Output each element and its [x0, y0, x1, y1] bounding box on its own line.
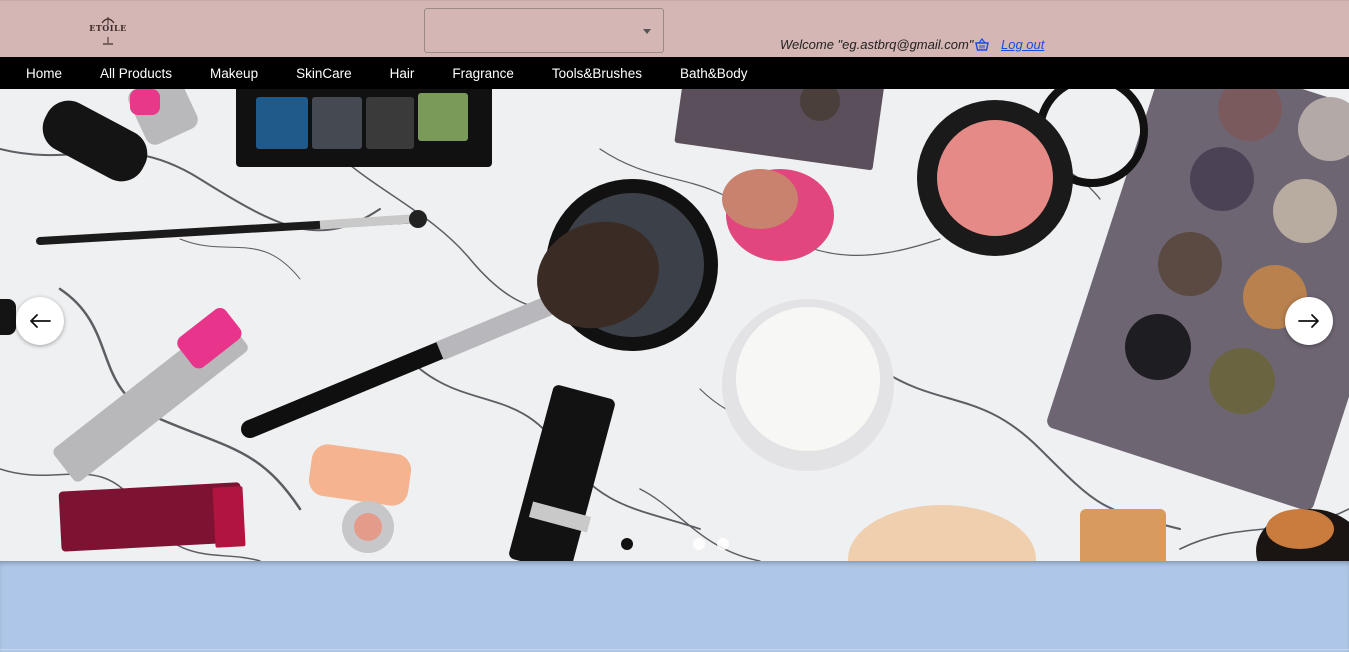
nav-item-makeup[interactable]: Makeup	[210, 66, 258, 81]
chevron-down-icon	[643, 29, 651, 34]
arrow-right-icon	[1298, 314, 1319, 328]
divider	[0, 649, 1349, 650]
arrow-left-icon	[30, 314, 51, 328]
carousel-dot[interactable]	[693, 538, 705, 550]
header-bar: ETOILE Welcome "eg.astbrq@gmail.com" Log…	[0, 0, 1349, 57]
nav-item-skincare[interactable]: SkinCare	[296, 66, 352, 81]
logo-stem-icon	[103, 37, 113, 45]
nav-item-hair[interactable]: Hair	[390, 66, 415, 81]
nav-item-bath-body[interactable]: Bath&Body	[680, 66, 748, 81]
nav-item-all-products[interactable]: All Products	[100, 66, 172, 81]
content-area	[0, 561, 1349, 652]
nav-item-fragrance[interactable]: Fragrance	[452, 66, 514, 81]
carousel-prev-button[interactable]	[16, 297, 64, 345]
makeup-products-image	[0, 89, 1349, 561]
etoile-logo[interactable]: ETOILE	[86, 15, 130, 45]
carousel-indicators	[0, 538, 1349, 552]
welcome-text: Welcome "eg.astbrq@gmail.com"	[780, 37, 974, 52]
shopping-basket-icon[interactable]	[975, 38, 989, 52]
main-nav: Home All Products Makeup SkinCare Hair F…	[0, 57, 1349, 89]
nav-item-home[interactable]: Home	[26, 66, 62, 81]
hero-carousel	[0, 89, 1349, 561]
carousel-dot[interactable]	[717, 538, 729, 550]
search-select[interactable]	[424, 8, 664, 53]
carousel-dot[interactable]	[621, 538, 633, 550]
logout-link[interactable]: Log out	[1001, 37, 1044, 52]
logo-umbrella-icon	[101, 17, 115, 25]
nav-item-tools-brushes[interactable]: Tools&Brushes	[552, 66, 642, 81]
carousel-next-button[interactable]	[1285, 297, 1333, 345]
